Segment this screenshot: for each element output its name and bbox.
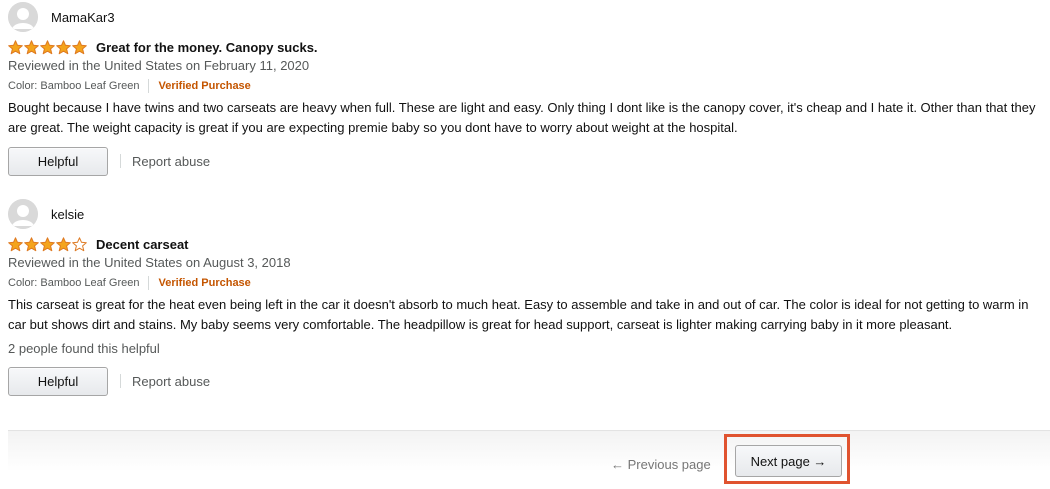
verified-purchase-badge: Verified Purchase	[158, 277, 251, 289]
review-date: Reviewed in the United States on August …	[8, 255, 291, 270]
product-variant[interactable]: Color: Bamboo Leaf Green	[8, 275, 139, 291]
reviewer-name[interactable]: MamaKar3	[51, 10, 115, 25]
reviewer-profile[interactable]: MamaKar3	[8, 2, 1038, 32]
divider	[148, 79, 150, 93]
pagination-bar: ← Previous page Next page →	[8, 430, 1050, 489]
divider	[120, 374, 121, 388]
star-filled-icon	[72, 39, 87, 54]
star-filled-icon	[8, 39, 23, 54]
helpful-button[interactable]: Helpful	[8, 366, 108, 396]
report-abuse-link[interactable]: Report abuse	[132, 154, 210, 169]
divider	[120, 154, 121, 168]
review-body: Bought because I have twins and two cars…	[8, 100, 1036, 135]
star-filled-icon	[56, 236, 71, 251]
verified-purchase-badge: Verified Purchase	[158, 80, 251, 92]
default-avatar-icon	[8, 2, 38, 32]
reviewer-name[interactable]: kelsie	[51, 207, 84, 222]
star-filled-icon	[24, 39, 39, 54]
star-empty-icon	[72, 236, 87, 251]
previous-page-link[interactable]: ← Previous page	[611, 455, 711, 475]
default-avatar-icon	[8, 199, 38, 229]
star-filled-icon	[8, 236, 23, 251]
review-title[interactable]: Great for the money. Canopy sucks.	[96, 40, 318, 55]
star-rating[interactable]	[8, 236, 87, 252]
review-body: This carseat is great for the heat even …	[8, 297, 1029, 332]
divider	[148, 276, 150, 290]
star-filled-icon	[40, 39, 55, 54]
star-filled-icon	[24, 236, 39, 251]
reviewer-profile[interactable]: kelsie	[8, 199, 1038, 229]
product-variant[interactable]: Color: Bamboo Leaf Green	[8, 78, 139, 94]
review: kelsie Decent carseat Reviewed in the Un…	[8, 199, 1038, 396]
review-title[interactable]: Decent carseat	[96, 237, 189, 252]
review: MamaKar3 Great for the money. Canopy suc…	[8, 2, 1038, 176]
next-page-button[interactable]: Next page →	[735, 445, 842, 477]
helpful-count: 2 people found this helpful	[8, 341, 160, 356]
helpful-button[interactable]: Helpful	[8, 146, 108, 176]
report-abuse-link[interactable]: Report abuse	[132, 374, 210, 389]
review-date: Reviewed in the United States on Februar…	[8, 58, 310, 73]
star-filled-icon	[56, 39, 71, 54]
star-rating[interactable]	[8, 39, 87, 55]
star-filled-icon	[40, 236, 55, 251]
